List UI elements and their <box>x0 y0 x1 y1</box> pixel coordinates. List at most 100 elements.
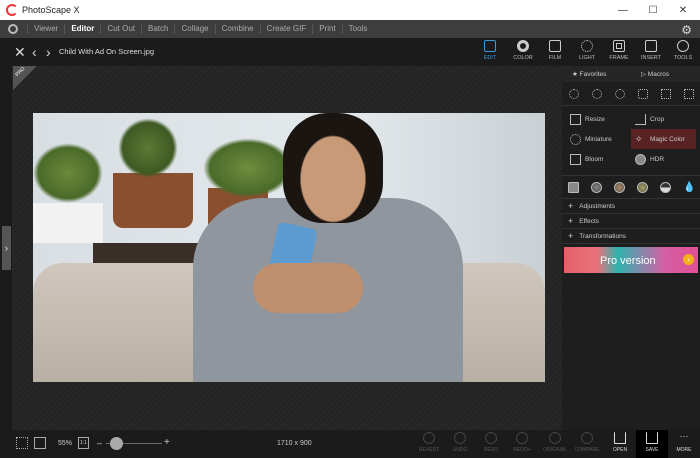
filter-presets: 💧 <box>562 175 700 199</box>
original-icon <box>549 432 561 444</box>
drop-icon[interactable]: 💧 <box>683 182 695 193</box>
flip-horizontal-icon[interactable] <box>660 88 671 99</box>
filter-3-icon[interactable] <box>637 181 648 193</box>
settings-gear-icon[interactable]: ⚙ <box>681 23 692 37</box>
light-icon <box>581 40 593 52</box>
zoom-level: 55% <box>58 440 73 447</box>
film-icon <box>549 40 561 52</box>
menu-print[interactable]: Print <box>312 24 341 34</box>
menu-collage[interactable]: Collage <box>174 24 214 34</box>
original-button[interactable]: ORIGINAL <box>540 432 570 453</box>
label: Magic Color <box>650 135 685 143</box>
edited-photo[interactable] <box>33 113 545 382</box>
filter-2-icon[interactable] <box>614 181 625 193</box>
revert-button[interactable]: REVERT <box>414 432 444 453</box>
bloom-button[interactable]: Bloom <box>566 149 631 169</box>
download-icon <box>646 432 658 444</box>
crop-button[interactable]: Crop <box>631 109 696 129</box>
label: OPEN <box>612 447 628 453</box>
rotate-free-icon[interactable] <box>614 88 625 99</box>
app-logo-icon <box>6 4 18 16</box>
label: REVERT <box>418 447 440 453</box>
previous-icon[interactable]: ‹ <box>32 44 37 60</box>
tool-light[interactable]: LIGHT <box>573 40 601 61</box>
window-title: PhotoScape X <box>22 5 80 15</box>
filter-list-icon[interactable] <box>568 181 579 193</box>
section-effects[interactable]: + Effects <box>562 214 700 229</box>
maximize-button[interactable]: ☐ <box>638 0 668 20</box>
tool-frame[interactable]: FRAME <box>605 40 633 61</box>
insert-icon <box>645 40 657 52</box>
tool-label: EDIT <box>483 55 497 61</box>
label: Bloom <box>585 155 604 163</box>
magic-wand-icon: ✧ <box>635 133 643 144</box>
actual-size-button[interactable]: 1:1 <box>78 437 89 449</box>
expand-sidebar-button[interactable]: › <box>2 226 11 270</box>
zoom-slider-handle[interactable] <box>110 437 123 450</box>
next-icon[interactable]: › <box>46 44 51 60</box>
menu-cut-out[interactable]: Cut Out <box>100 24 141 34</box>
pro-badge-text: PRO <box>14 66 27 78</box>
close-file-icon[interactable]: ✕ <box>14 44 26 61</box>
zoom-in-button[interactable]: + <box>164 437 170 448</box>
undo-button[interactable]: UNDO <box>445 432 475 453</box>
zoom-out-button[interactable]: – <box>97 438 102 448</box>
undo-icon <box>454 432 466 444</box>
menu-tools[interactable]: Tools <box>341 24 374 34</box>
tool-edit[interactable]: EDIT <box>476 40 504 61</box>
tab-macros[interactable]: ▷ Macros <box>631 70 700 78</box>
redo-button[interactable]: REDO <box>476 432 506 453</box>
tool-tools[interactable]: TOOLS <box>669 40 697 61</box>
label: SAVE <box>645 447 659 453</box>
more-button[interactable]: ··· MORE <box>669 431 699 454</box>
tool-insert[interactable]: INSERT <box>637 40 665 61</box>
save-button[interactable]: SAVE <box>636 430 668 458</box>
menu-batch[interactable]: Batch <box>141 24 174 34</box>
flip-vertical-icon[interactable] <box>683 88 694 99</box>
rotate-left-icon[interactable] <box>568 88 579 99</box>
menu-combine[interactable]: Combine <box>214 24 260 34</box>
section-adjustments[interactable]: + Adjustments <box>562 199 700 214</box>
open-button[interactable]: OPEN <box>605 432 635 453</box>
label: Miniature <box>585 135 612 143</box>
tool-film[interactable]: FILM <box>541 40 569 61</box>
menu-create-gif[interactable]: Create GIF <box>259 24 313 34</box>
fit-icon[interactable] <box>34 437 46 449</box>
label: Resize <box>585 115 605 123</box>
magic-color-button[interactable]: ✧ Magic Color <box>631 129 696 149</box>
label: Crop <box>650 115 665 123</box>
search-icon[interactable] <box>8 24 18 34</box>
close-window-button[interactable]: ✕ <box>668 0 698 20</box>
menu-viewer[interactable]: Viewer <box>27 24 64 34</box>
crop-icon <box>635 113 646 125</box>
banner-text: Pro version <box>600 255 656 267</box>
label: Transformations <box>579 232 626 240</box>
minimize-button[interactable]: — <box>608 0 638 20</box>
section-transformations[interactable]: + Transformations <box>562 229 700 244</box>
hdr-button[interactable]: HDR <box>631 149 696 169</box>
tool-color[interactable]: COLOR <box>509 40 537 61</box>
tool-label: INSERT <box>640 55 662 61</box>
label: Adjustments <box>579 202 616 210</box>
grid-icon[interactable] <box>16 437 28 449</box>
miniature-button[interactable]: Miniature <box>566 129 631 149</box>
tab-favorites[interactable]: ★ Favorites <box>562 70 631 78</box>
label: ORIGINAL <box>543 447 567 453</box>
resize-button[interactable]: Resize <box>566 109 631 129</box>
filter-1-icon[interactable] <box>591 181 602 193</box>
label: REDO <box>483 447 499 453</box>
upload-icon <box>614 432 626 444</box>
more-dots-icon: ··· <box>679 431 689 441</box>
label: UNDO <box>452 447 468 453</box>
filter-4-icon[interactable] <box>660 181 671 193</box>
rotate-right-icon[interactable] <box>591 88 602 99</box>
bloom-icon <box>570 153 581 165</box>
pro-version-banner[interactable]: Pro version › <box>564 247 698 273</box>
color-icon <box>517 40 529 52</box>
menu-editor[interactable]: Editor <box>64 24 100 34</box>
redo-plus-button[interactable]: REDO+ <box>507 432 537 453</box>
rotate-tools <box>562 82 700 106</box>
tool-label: TOOLS <box>673 55 693 61</box>
straighten-icon[interactable] <box>637 88 648 99</box>
compare-button[interactable]: COMPARE <box>572 432 602 453</box>
